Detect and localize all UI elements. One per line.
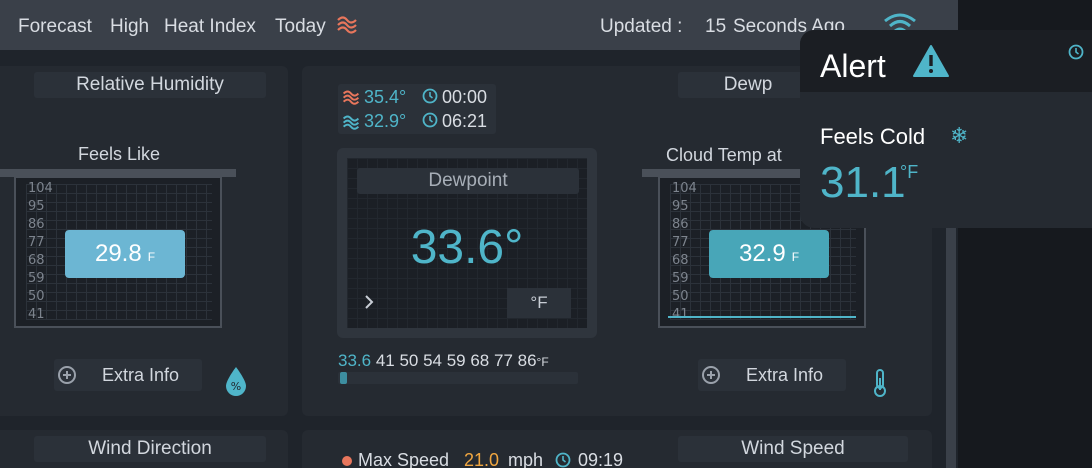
clock-icon bbox=[555, 452, 571, 468]
scale-tick: 86 bbox=[28, 217, 45, 232]
clock-icon bbox=[422, 88, 438, 104]
thermometer-icon bbox=[872, 368, 888, 398]
today-label: Today bbox=[275, 16, 326, 37]
cool-waves-icon bbox=[342, 112, 360, 130]
range-bar bbox=[338, 372, 578, 384]
range-current: 33.6 bbox=[338, 351, 372, 370]
gauge-scale: 104 95 86 77 68 59 50 41 bbox=[28, 180, 53, 324]
feels-like-label: Feels Like bbox=[78, 144, 161, 164]
low-time: 06:21 bbox=[442, 111, 488, 131]
heat-waves-icon bbox=[336, 12, 358, 34]
chevron-right-icon[interactable] bbox=[363, 294, 375, 310]
heat-waves-icon bbox=[342, 87, 360, 105]
range-values: 41 50 54 59 68 77 86 bbox=[375, 351, 537, 370]
gauge-level-line bbox=[668, 316, 856, 318]
snowflake-icon: ❄ bbox=[950, 123, 969, 148]
max-speed-dot bbox=[342, 456, 352, 466]
plus-circle-icon bbox=[702, 366, 720, 384]
dewpoint-value: 33.6° bbox=[410, 221, 524, 274]
scale-tick: 68 bbox=[28, 253, 45, 268]
alert-value: 31.1 bbox=[820, 158, 906, 207]
unit-toggle-button[interactable]: °F bbox=[507, 288, 571, 318]
scale-tick: 77 bbox=[28, 235, 45, 250]
clock-icon bbox=[1068, 44, 1084, 60]
scale-tick: 95 bbox=[28, 199, 45, 214]
dewpoint-screen: Dewpoint 33.6° °F bbox=[347, 158, 587, 328]
alert-unit: °F bbox=[900, 162, 919, 182]
low-temp: 32.9° bbox=[364, 111, 407, 131]
wind-direction-panel: Wind Direction bbox=[0, 430, 288, 468]
heat-index-label: Heat Index bbox=[164, 16, 256, 37]
scale-tick: 59 bbox=[28, 271, 45, 286]
scale-tick: 86 bbox=[672, 217, 689, 232]
forecast-label: Forecast bbox=[18, 16, 92, 37]
feels-like-unit: F bbox=[147, 250, 156, 264]
scale-tick: 77 bbox=[672, 235, 689, 250]
extra-info-button[interactable]: Extra Info bbox=[698, 359, 846, 391]
scale-tick: 59 bbox=[672, 271, 689, 286]
scale-tick: 41 bbox=[672, 307, 689, 322]
feels-like-value-box: 29.8 F bbox=[65, 230, 185, 278]
scale-tick: 95 bbox=[672, 199, 689, 214]
high-time: 00:00 bbox=[442, 87, 488, 107]
panel-title: Relative Humidity bbox=[34, 72, 266, 98]
dewpoint-label: Dewpoint bbox=[357, 168, 579, 194]
alert-title: Alert bbox=[820, 48, 886, 84]
range-scale: 33.6 41 50 54 59 68 77 86°F bbox=[338, 351, 549, 371]
hi-lo-box: 35.4° 00:00 32.9° 06:21 bbox=[338, 84, 496, 134]
scale-tick: 68 bbox=[672, 253, 689, 268]
updated-prefix: Updated : bbox=[600, 16, 683, 37]
humidity-panel: Relative Humidity Feels Like 104 95 86 7… bbox=[0, 66, 288, 416]
extra-info-button[interactable]: Extra Info bbox=[54, 359, 202, 391]
forecast-level: High bbox=[110, 16, 150, 37]
panel-title: Dewp bbox=[678, 72, 818, 98]
scale-tick: 50 bbox=[672, 289, 689, 304]
max-speed-time: 09:19 bbox=[578, 450, 624, 468]
wind-speed-panel: Max Speed 21.0 mph 09:19 Wind Speed bbox=[302, 430, 932, 468]
humidity-drop-icon: % bbox=[224, 366, 248, 396]
clock-icon bbox=[422, 112, 438, 128]
max-speed-unit: mph bbox=[508, 450, 544, 468]
cloud-temp-value-box: 32.9 F bbox=[709, 230, 829, 278]
extra-info-label: Extra Info bbox=[102, 365, 180, 385]
updated-seconds: 15 bbox=[705, 16, 727, 37]
range-unit: °F bbox=[536, 355, 549, 369]
max-speed-value: 21.0 bbox=[464, 450, 500, 468]
dewpoint-display: Dewpoint 33.6° °F bbox=[337, 148, 597, 338]
high-temp: 35.4° bbox=[364, 87, 407, 107]
scale-tick: 104 bbox=[672, 181, 697, 196]
scale-tick: 50 bbox=[28, 289, 45, 304]
alert-message: Feels Cold bbox=[820, 124, 926, 149]
max-speed-label: Max Speed bbox=[358, 450, 450, 468]
gauge-scale: 104 95 86 77 68 59 50 41 bbox=[672, 180, 697, 324]
scale-tick: 104 bbox=[28, 181, 53, 196]
cloud-temp-value: 32.9 bbox=[738, 240, 786, 267]
range-fill bbox=[340, 372, 347, 384]
plus-circle-icon bbox=[58, 366, 76, 384]
feels-like-value: 29.8 bbox=[94, 240, 142, 267]
scale-tick: 41 bbox=[28, 307, 45, 322]
svg-text:%: % bbox=[231, 380, 241, 393]
alert-popup[interactable]: Alert Feels Cold ❄ 31.1 °F bbox=[800, 30, 1092, 228]
humidity-gauge: 104 95 86 77 68 59 50 41 29.8 F bbox=[14, 176, 222, 328]
warning-icon bbox=[912, 44, 950, 78]
cloud-temp-label: Cloud Temp at bbox=[666, 145, 782, 165]
cloud-temp-unit: F bbox=[791, 250, 800, 264]
extra-info-label: Extra Info bbox=[746, 365, 824, 385]
alert-header: Alert bbox=[800, 30, 1092, 92]
panel-title: Wind Direction bbox=[34, 436, 266, 462]
panel-title: Wind Speed bbox=[678, 436, 908, 462]
